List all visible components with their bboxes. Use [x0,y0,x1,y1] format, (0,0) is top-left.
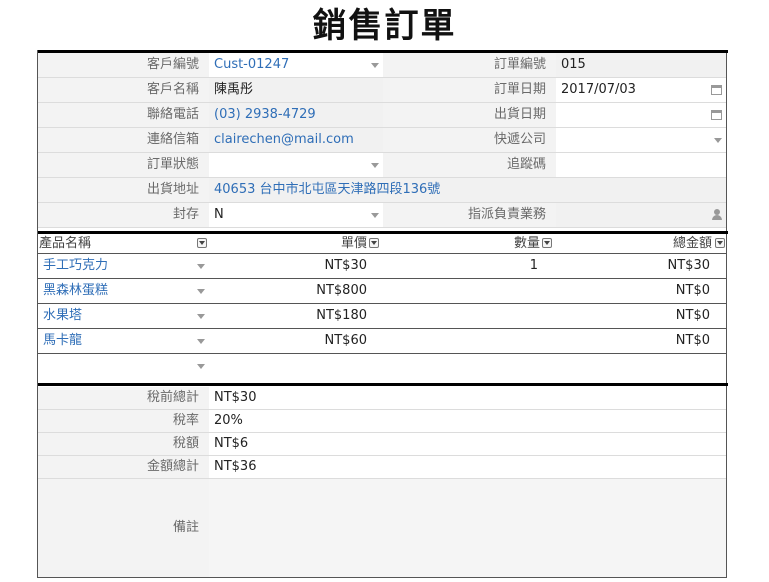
product-total: NT$0 [675,333,710,348]
row-grand-total: 金額總計 NT$36 [38,456,726,479]
tax-rate-label: 稅率 [38,410,209,432]
table-row: 水果塔 NT$180 NT$0 [38,304,726,329]
customer-id-field[interactable]: Cust-01247 [209,53,383,77]
order-date-label: 訂單日期 [383,78,556,102]
row-customer-id: 客戶編號 Cust-01247 訂單編號 015 [38,53,726,78]
summary-divider [38,383,728,386]
row-customer-name: 客戶名稱 陳禹彤 訂單日期 2017/07/03 [38,78,726,103]
calendar-icon[interactable] [711,85,722,95]
address-field[interactable]: 40653 台中市北屯區天津路四段136號 [209,178,726,202]
chevron-down-icon[interactable] [197,364,205,369]
product-total [556,354,726,378]
courier-field[interactable] [556,128,726,152]
tax-rate-value[interactable]: 20% [209,410,726,432]
product-price [209,354,383,378]
email-label: 連絡信箱 [38,128,209,152]
row-status: 訂單狀態 追蹤碼 [38,153,726,178]
tracking-field[interactable] [556,153,726,177]
email-field[interactable]: clairechen@mail.com [209,128,383,152]
archive-label: 封存 [38,203,209,227]
chevron-down-icon[interactable] [371,163,379,168]
product-qty[interactable] [383,304,538,328]
grand-total-value: NT$36 [214,459,257,474]
row-phone: 聯絡電話 (03) 2938-4729 出貨日期 [38,103,726,128]
status-label: 訂單狀態 [38,153,209,177]
col-header-qty: 數量 [513,236,540,251]
page-title: 銷售訂單 [312,6,457,46]
col-header-total: 總金額 [672,236,712,251]
product-total: NT$0 [675,283,710,298]
chevron-down-icon[interactable] [197,339,205,344]
calendar-icon[interactable] [711,110,722,120]
address-label: 出貨地址 [38,178,209,202]
product-price: NT$180 [316,308,367,323]
chevron-down-icon[interactable] [371,213,379,218]
order-form: 客戶編號 Cust-01247 訂單編號 015 客戶名稱 陳禹彤 訂單日期 2… [37,50,728,578]
product-name[interactable]: 黑森林蛋糕 [38,279,198,303]
customer-id-label: 客戶編號 [38,53,209,77]
order-no-field[interactable]: 015 [556,53,726,77]
product-price: NT$60 [324,333,367,348]
product-total: NT$0 [675,308,710,323]
courier-label: 快遞公司 [383,128,556,152]
column-menu-icon[interactable] [369,238,379,248]
table-row: 黑森林蛋糕 NT$800 NT$0 [38,279,726,304]
ship-date-field[interactable] [556,103,726,127]
product-name[interactable]: 馬卡龍 [38,329,198,353]
notes-field[interactable] [209,479,726,577]
tracking-label: 追蹤碼 [383,153,556,177]
person-icon[interactable] [712,209,722,221]
phone-label: 聯絡電話 [38,103,209,127]
chevron-down-icon[interactable] [197,289,205,294]
sales-rep-label: 指派負責業務 [383,203,556,227]
sales-rep-field[interactable] [556,203,726,227]
tax-value: NT$6 [214,436,249,451]
chevron-down-icon[interactable] [197,314,205,319]
customer-name-label: 客戶名稱 [38,78,209,102]
products-header: 產品名稱 單價 數量 總金額 [38,234,726,254]
chevron-down-icon[interactable] [714,138,722,143]
order-date-field[interactable]: 2017/07/03 [556,78,726,102]
row-subtotal: 稅前總計 NT$30 [38,387,726,410]
tax-label: 稅額 [38,433,209,455]
product-price: NT$30 [324,258,367,273]
product-qty[interactable]: 1 [383,254,538,278]
column-menu-icon[interactable] [715,238,725,248]
col-header-product: 產品名稱 [39,236,92,251]
customer-name-field[interactable]: 陳禹彤 [209,78,383,102]
product-total: NT$30 [667,258,710,273]
order-no-label: 訂單編號 [383,53,556,77]
archive-field[interactable]: N [209,203,383,227]
chevron-down-icon[interactable] [197,264,205,269]
phone-field[interactable]: (03) 2938-4729 [209,103,383,127]
row-notes: 備註 [38,479,726,577]
row-tax: 稅額 NT$6 [38,433,726,456]
row-address: 出貨地址 40653 台中市北屯區天津路四段136號 [38,178,726,203]
chevron-down-icon[interactable] [371,63,379,68]
ship-date-label: 出貨日期 [383,103,556,127]
product-name[interactable] [38,354,198,378]
status-field[interactable] [209,153,383,177]
subtotal-label: 稅前總計 [38,387,209,409]
row-tax-rate: 稅率 20% [38,410,726,433]
product-qty[interactable] [383,329,538,353]
col-header-price: 單價 [340,236,367,251]
row-email: 連絡信箱 clairechen@mail.com 快遞公司 [38,128,726,153]
product-qty[interactable] [383,279,538,303]
column-menu-icon[interactable] [542,238,552,248]
subtotal-value: NT$30 [214,390,257,405]
row-archive: 封存 N 指派負責業務 [38,203,726,228]
table-row-new [38,354,726,379]
column-menu-icon[interactable] [197,238,207,248]
grand-total-label: 金額總計 [38,456,209,478]
table-row: 馬卡龍 NT$60 NT$0 [38,329,726,354]
product-qty[interactable] [383,354,538,378]
notes-label: 備註 [38,479,209,577]
table-row: 手工巧克力 NT$30 1 NT$30 [38,254,726,279]
product-price: NT$800 [316,283,367,298]
product-name[interactable]: 水果塔 [38,304,198,328]
product-name[interactable]: 手工巧克力 [38,254,198,278]
